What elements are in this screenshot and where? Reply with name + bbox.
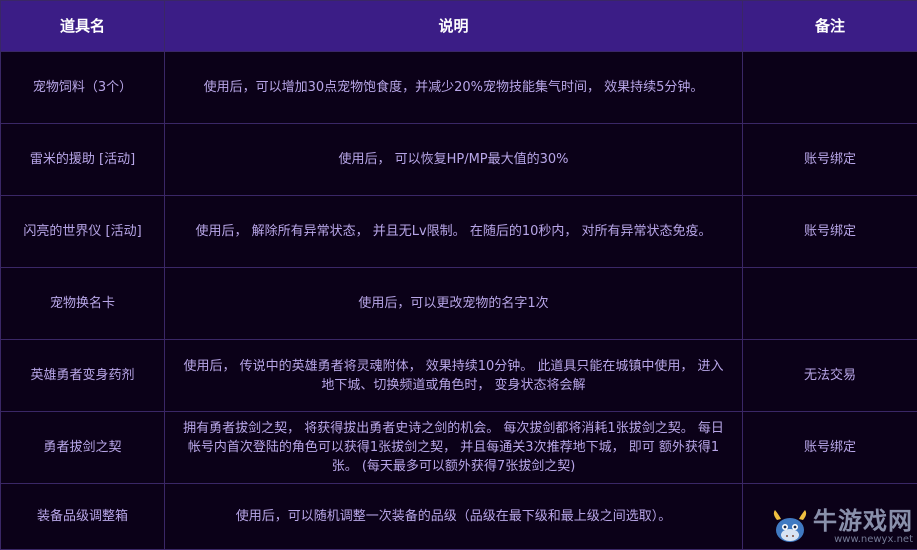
item-description-cell: 使用后， 可以恢复HP/MP最大值的30% <box>164 123 743 196</box>
table-header-row: 道具名 说明 备注 <box>0 0 917 52</box>
item-note-cell: 账号绑定 <box>742 195 917 268</box>
table-row: 英雄勇者变身药剂 使用后， 传说中的英雄勇者将灵魂附体， 效果持续10分钟。 此… <box>0 339 917 412</box>
item-description-cell: 使用后，可以随机调整一次装备的品级（品级在最下级和最上级之间选取）。 <box>164 483 743 550</box>
column-header-note: 备注 <box>742 0 917 52</box>
item-name-cell: 英雄勇者变身药剂 <box>0 339 165 412</box>
column-header-item-name: 道具名 <box>0 0 165 52</box>
item-description-cell: 使用后， 解除所有异常状态， 并且无Lv限制。 在随后的10秒内， 对所有异常状… <box>164 195 743 268</box>
item-table: 道具名 说明 备注 宠物饲料（3个） 使用后，可以增加30点宠物饱食度，并减少2… <box>0 0 917 550</box>
item-name-cell: 闪亮的世界仪 [活动] <box>0 195 165 268</box>
table-row: 宠物换名卡 使用后，可以更改宠物的名字1次 <box>0 267 917 340</box>
table-row: 雷米的援助 [活动] 使用后， 可以恢复HP/MP最大值的30% 账号绑定 <box>0 123 917 196</box>
item-note-cell <box>742 51 917 124</box>
item-note-cell <box>742 267 917 340</box>
item-name-cell: 宠物换名卡 <box>0 267 165 340</box>
table-row: 宠物饲料（3个） 使用后，可以增加30点宠物饱食度，并减少20%宠物技能集气时间… <box>0 51 917 124</box>
column-header-description: 说明 <box>164 0 743 52</box>
item-name-cell: 勇者拔剑之契 <box>0 411 165 484</box>
item-note-cell <box>742 483 917 550</box>
item-name-cell: 装备品级调整箱 <box>0 483 165 550</box>
item-name-cell: 雷米的援助 [活动] <box>0 123 165 196</box>
item-name-cell: 宠物饲料（3个） <box>0 51 165 124</box>
item-description-cell: 拥有勇者拔剑之契， 将获得拔出勇者史诗之剑的机会。 每次拔剑都将消耗1张拔剑之契… <box>164 411 743 484</box>
item-description-cell: 使用后，可以增加30点宠物饱食度，并减少20%宠物技能集气时间， 效果持续5分钟… <box>164 51 743 124</box>
table-row: 勇者拔剑之契 拥有勇者拔剑之契， 将获得拔出勇者史诗之剑的机会。 每次拔剑都将消… <box>0 411 917 484</box>
item-description-cell: 使用后，可以更改宠物的名字1次 <box>164 267 743 340</box>
table-row: 闪亮的世界仪 [活动] 使用后， 解除所有异常状态， 并且无Lv限制。 在随后的… <box>0 195 917 268</box>
item-description-cell: 使用后， 传说中的英雄勇者将灵魂附体， 效果持续10分钟。 此道具只能在城镇中使… <box>164 339 743 412</box>
item-note-cell: 无法交易 <box>742 339 917 412</box>
table-row: 装备品级调整箱 使用后，可以随机调整一次装备的品级（品级在最下级和最上级之间选取… <box>0 483 917 550</box>
item-note-cell: 账号绑定 <box>742 411 917 484</box>
item-note-cell: 账号绑定 <box>742 123 917 196</box>
